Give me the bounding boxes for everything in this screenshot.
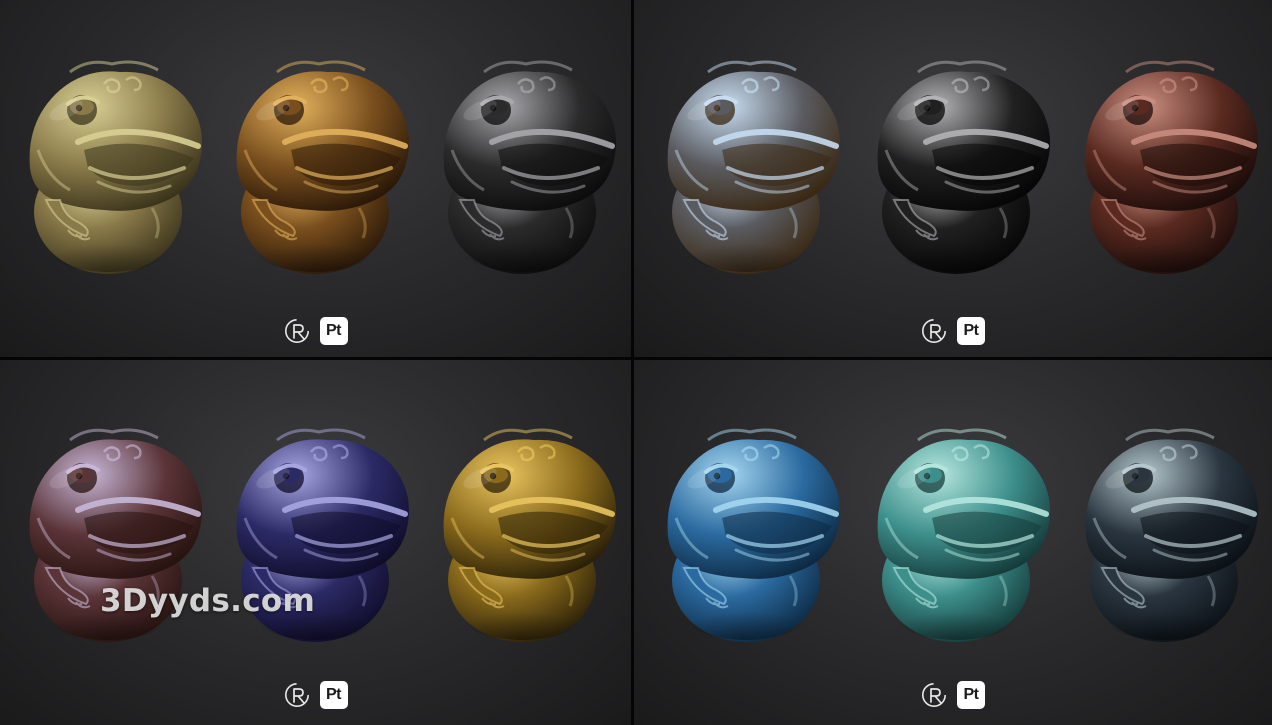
software-logos: Pt — [921, 317, 985, 345]
substance-3d-logo-icon — [922, 319, 946, 343]
toad-render-teal-painted-copper — [856, 418, 1056, 648]
panel-bottom-right: Pt — [634, 360, 1272, 725]
render-grid: Pt Pt Pt Pt 3Dyyds.com — [0, 0, 1272, 725]
toad-row — [634, 418, 1272, 648]
toad-render-blue-steel-bronze — [646, 50, 846, 280]
panel-bottom-left: Pt — [0, 360, 631, 725]
software-logos: Pt — [284, 681, 348, 709]
toad-render-weathered-slate — [1064, 418, 1264, 648]
toad-render-black-chrome — [856, 50, 1056, 280]
substance-painter-logo-icon: Pt — [957, 317, 985, 345]
toad-render-polished-bronze — [215, 50, 415, 280]
toad-row — [634, 50, 1272, 280]
toad-row — [0, 50, 631, 280]
toad-render-dark-iron — [422, 50, 622, 280]
software-logos: Pt — [921, 681, 985, 709]
panel-top-right: Pt — [634, 0, 1272, 357]
substance-painter-logo-icon: Pt — [957, 681, 985, 709]
substance-3d-logo-icon — [922, 683, 946, 707]
software-logos: Pt — [284, 317, 348, 345]
toad-render-iridescent-copper — [8, 418, 208, 648]
substance-3d-logo-icon — [284, 319, 309, 343]
panel-top-left: Pt — [0, 0, 631, 357]
toad-row — [0, 418, 631, 648]
toad-render-pale-brass — [8, 50, 208, 280]
toad-render-rusted-red-iron — [1064, 50, 1264, 280]
toad-render-gold-patina — [422, 418, 622, 648]
toad-render-iridescent-blue — [215, 418, 415, 648]
substance-3d-logo-icon — [284, 683, 309, 707]
substance-painter-logo-icon: Pt — [319, 681, 348, 709]
toad-render-blue-painted-copper — [646, 418, 846, 648]
substance-painter-logo-icon: Pt — [319, 317, 348, 345]
